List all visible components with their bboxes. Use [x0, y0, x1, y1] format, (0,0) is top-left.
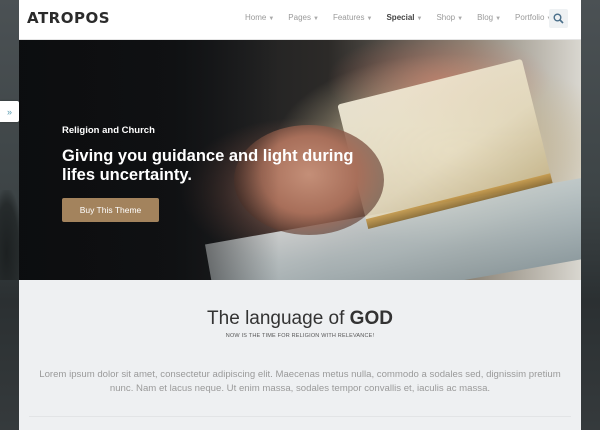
nav-item-label: Special	[386, 13, 415, 22]
hero-title: Giving you guidance and light during lif…	[62, 147, 354, 184]
nav-item-home[interactable]: Home ▼	[245, 13, 274, 22]
chevron-down-icon: ▼	[268, 16, 275, 22]
side-drawer-toggle[interactable]: »	[0, 101, 19, 122]
nav-item-label: Portfolio	[515, 13, 545, 22]
nav-item-pages[interactable]: Pages ▼	[288, 13, 319, 22]
nav-item-label: Pages	[288, 13, 311, 22]
section-title-bold: GOD	[349, 308, 393, 329]
nav-item-label: Features	[332, 13, 365, 22]
section-title-light: The language of	[207, 308, 350, 329]
nav-item-shop[interactable]: Shop ▼	[436, 13, 463, 22]
page-container: ATROPOS Home ▼ Pages ▼ Features ▼ Special ▼ …	[19, 0, 581, 430]
section-tagline: NOW IS THE TIME FOR RELIGION WITH RELEVA…	[225, 333, 375, 339]
nav-item-label: Blog	[477, 13, 494, 22]
site-header: ATROPOS Home ▼ Pages ▼ Features ▼ Special ▼ …	[19, 0, 581, 40]
site-logo[interactable]: ATROPOS	[27, 9, 110, 27]
chevron-down-icon: ▼	[366, 16, 373, 22]
section-divider	[29, 416, 571, 417]
search-button[interactable]	[549, 9, 568, 28]
double-chevron-right-icon: »	[6, 106, 12, 117]
nav-item-portfolio[interactable]: Portfolio▼	[515, 13, 552, 22]
nav-item-label: Shop	[436, 13, 456, 22]
chevron-down-icon: ▼	[312, 16, 319, 22]
nav-item-features[interactable]: Features ▼	[333, 13, 373, 22]
chevron-down-icon: ▼	[416, 16, 423, 22]
chevron-down-icon: ▼	[495, 16, 502, 22]
buy-theme-button[interactable]: Buy This Theme	[62, 198, 159, 222]
search-icon	[553, 13, 564, 24]
section-body: Lorem ipsum dolor sit amet, consectetur …	[39, 369, 561, 394]
main-nav: Home ▼ Pages ▼ Features ▼ Special ▼ Shop ▼ Bl…	[245, 13, 566, 22]
nav-item-special[interactable]: Special ▼	[386, 13, 422, 22]
nav-item-label: Home	[245, 13, 267, 22]
background-right	[578, 0, 600, 430]
section-title: The language of GOD	[19, 308, 581, 330]
nav-item-blog[interactable]: Blog ▼	[477, 13, 501, 22]
hero-subtitle: Religion and Church	[62, 125, 155, 136]
hero-banner: Religion and Church Giving you guidance …	[19, 40, 581, 280]
chevron-down-icon: ▼	[457, 16, 464, 22]
